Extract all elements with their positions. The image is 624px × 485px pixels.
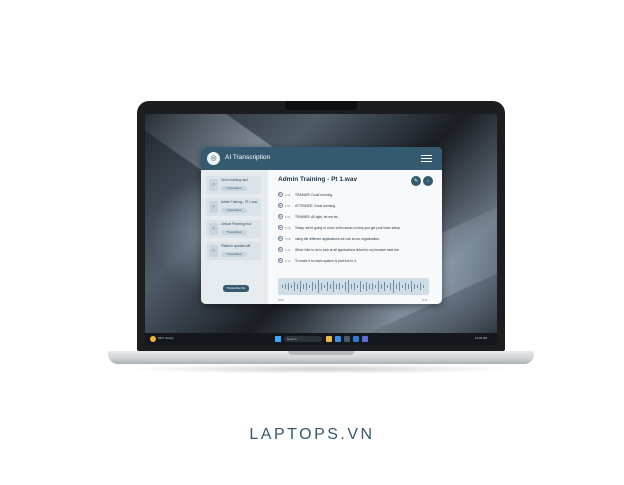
transcript-text: Today, we're going to cover a few areas … [295,225,400,230]
microphone-icon: ○ [209,201,218,213]
hamburger-menu-icon[interactable] [421,155,432,162]
taskbar-search-input[interactable]: Search [284,336,322,342]
brand-logo: LAPTOPS.VN [249,426,375,443]
clock: 12:30 PM [475,336,487,340]
transcript-text: TRAINER: Good morning. [295,192,334,197]
timestamp: 0:06 [285,226,291,230]
edit-icon[interactable]: ✎ [411,176,421,186]
file-sidebar: ○ Onion training mp4 Transcribed ○ Admin… [201,170,268,304]
taskbar: 69°F Sunny Search 12:30 PM [145,333,497,345]
microphone-icon: ○ [209,245,218,257]
file-name: Platform updates.aiff [221,244,251,248]
file-item-selected[interactable]: ○ Admin Training - Pt 1.wav Transcribed [206,198,261,216]
transcribe-file-button[interactable]: Transcribe file [223,285,249,292]
laptop-lid: ◎ AI Transcription ○ Onion training mp4 … [137,101,505,351]
status-badge: Transcribed [221,208,247,213]
transcript-text: TRAINER: All right, let me be... [295,214,341,219]
file-name: Lesson Planning mov [221,222,252,226]
download-icon[interactable]: ↓ [423,176,433,186]
transcript-row: ▶ 0:08 using the different applications … [278,236,428,242]
app-title: AI Transcription [225,154,271,161]
transcript-text: using the different applications we use … [295,236,380,241]
transcript-row: ▶ 0:02 ATTENDEE: Good morning. [278,203,428,209]
play-icon[interactable]: ▶ [278,236,283,241]
transcript-text: What I like to do is look at all applica… [295,247,399,252]
audio-waveform[interactable] [278,278,429,295]
file-item[interactable]: ○ Onion training mp4 Transcribed [206,176,261,194]
status-badge: Transcribed [221,230,247,235]
status-badge: Transcribed [221,186,247,191]
play-icon[interactable]: ▶ [278,214,283,219]
titlebar: ◎ AI Transcription [201,147,442,170]
file-name: Admin Training - Pt 1.wav [221,200,258,204]
laptop-shadow [128,364,514,374]
timestamp: 0:04 [285,215,291,219]
play-icon[interactable]: ▶ [278,258,283,263]
transcript-row: ▶ 0:12 To make it so each system is part… [278,258,428,264]
microphone-icon: ○ [209,179,218,191]
microphone-icon: ◎ [207,152,220,165]
laptop-base [108,351,534,364]
transcript-panel: Admin Training - Pt 1.wav ✎ ↓ ▶ 0:01 TRA… [268,170,442,304]
waveform-start-time: 0:00 [278,298,284,302]
laptop-screen: ◎ AI Transcription ○ Onion training mp4 … [145,114,497,345]
play-icon[interactable]: ▶ [278,192,283,197]
timestamp: 0:02 [285,204,291,208]
camera-notch [285,101,357,110]
document-title: Admin Training - Pt 1.wav [278,176,358,183]
microphone-icon: ○ [209,223,218,235]
mail-icon[interactable] [353,336,359,342]
transcript-text: ATTENDEE: Good morning. [295,203,336,208]
file-item[interactable]: ○ Platform updates.aiff Transcribed [206,242,261,260]
transcript-row: ▶ 0:04 TRAINER: All right, let me be... [278,214,428,220]
file-explorer-icon[interactable] [326,336,332,342]
timestamp: 0:12 [285,259,291,263]
file-item[interactable]: ○ Lesson Planning mov Transcribed [206,220,261,238]
transcript-text: To make it so each system is part live i… [295,258,357,263]
timestamp: 0:10 [285,248,291,252]
play-icon[interactable]: ▶ [278,203,283,208]
waveform-end-time: 0:14 [422,298,428,302]
timestamp: 0:01 [285,193,291,197]
browser-icon[interactable] [335,336,341,342]
weather-text: 69°F Sunny [158,336,174,340]
waveform-bars [282,280,424,293]
ai-transcription-window: ◎ AI Transcription ○ Onion training mp4 … [201,147,442,304]
file-name: Onion training mp4 [221,178,248,182]
play-icon[interactable]: ▶ [278,247,283,252]
timestamp: 0:08 [285,237,291,241]
transcript-row: ▶ 0:10 What I like to do is look at all … [278,247,428,253]
status-badge: Transcribed [221,252,247,257]
weather-sun-icon[interactable] [150,336,156,342]
teams-icon[interactable] [362,336,368,342]
transcript-row: ▶ 0:06 Today, we're going to cover a few… [278,225,428,231]
app-icon[interactable] [344,336,350,342]
transcript-row: ▶ 0:01 TRAINER: Good morning. [278,192,428,198]
lid-opening-notch [288,351,354,355]
play-icon[interactable]: ▶ [278,225,283,230]
start-icon[interactable] [275,336,281,342]
